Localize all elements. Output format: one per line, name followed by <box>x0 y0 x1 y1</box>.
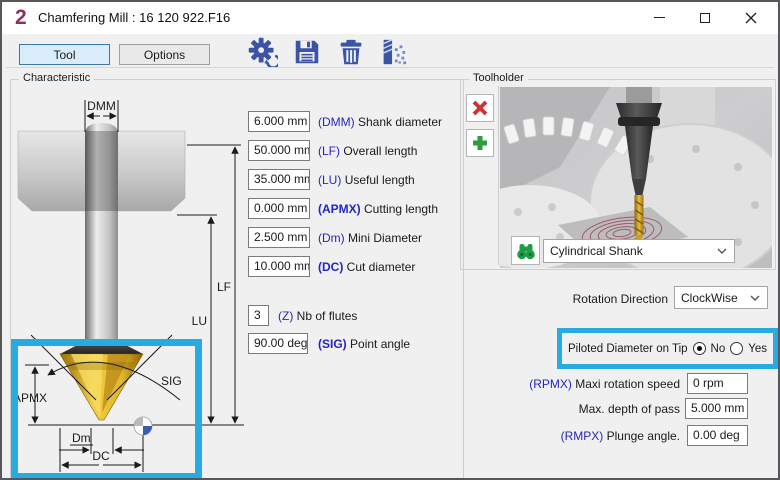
binoculars-icon <box>515 240 537 262</box>
app-logo: 2 <box>15 6 27 30</box>
piloted-diameter-label: Piloted Diameter on Tip <box>568 343 688 355</box>
maximize-icon <box>700 13 710 23</box>
cutting-length-input[interactable]: 0.000 mm <box>248 198 310 219</box>
close-icon <box>745 12 757 24</box>
tab-tool[interactable]: Tool <box>19 44 110 65</box>
useful-length-input[interactable]: 35.000 mm <box>248 169 310 190</box>
max-depth-pass-input[interactable]: 5.000 mm <box>685 398 748 419</box>
tab-options[interactable]: Options <box>119 44 210 65</box>
point-angle-input[interactable]: 90.00 deg <box>248 333 308 354</box>
point-angle-label: (SIG) Point angle <box>318 337 410 351</box>
dm-label: Dm <box>72 431 91 445</box>
minimize-button[interactable] <box>636 2 682 33</box>
maximize-button[interactable] <box>682 2 728 33</box>
green-plus-icon <box>471 134 489 152</box>
apmx-label: APMX <box>13 391 47 405</box>
close-button[interactable] <box>728 2 774 33</box>
shank-type-value: Cylindrical Shank <box>550 244 643 258</box>
tool-schematic-diagram: DMM LF LU APMX SIG Dm <box>11 88 251 480</box>
characteristic-group: Characteristic <box>10 79 464 479</box>
plunge-angle-label: (RMPX) Plunge angle. <box>442 429 680 443</box>
nb-flutes-input[interactable]: 3 <box>248 305 269 326</box>
sig-label: SIG <box>161 374 182 388</box>
minimize-icon <box>654 17 665 18</box>
tool-dialog-window: 2 Chamfering Mill : 16 120 922.F16 Tool … <box>0 0 780 480</box>
maxi-rotation-speed-input[interactable]: 0 rpm <box>687 373 748 394</box>
window-titlebar: 2 Chamfering Mill : 16 120 922.F16 <box>2 2 778 34</box>
origin-marker-icon <box>134 417 152 435</box>
red-x-icon <box>471 99 489 117</box>
chevron-down-icon <box>750 295 760 301</box>
useful-length-label: (LU) Useful length <box>318 173 415 187</box>
lu-label: LU <box>192 314 207 328</box>
toolholder-divider <box>498 86 499 265</box>
piloted-no-label: No <box>711 343 726 355</box>
toolholder-group-label: Toolholder <box>469 72 528 84</box>
mini-diameter-input[interactable]: 2.500 mm <box>248 227 310 248</box>
overall-length-label: (LF) Overall length <box>318 144 417 158</box>
save-button[interactable] <box>292 37 322 67</box>
add-toolholder-button[interactable] <box>466 129 494 157</box>
window-title: Chamfering Mill : 16 120 922.F16 <box>38 10 230 25</box>
delete-button[interactable] <box>336 37 366 67</box>
gear-sync-icon <box>248 37 278 67</box>
toolbar-separator <box>6 67 774 68</box>
piloted-yes-label: Yes <box>748 343 767 355</box>
dc-label: DC <box>92 449 110 463</box>
trash-icon <box>336 37 366 67</box>
search-toolholder-button[interactable] <box>511 236 540 265</box>
nb-flutes-label: (Z) Nb of flutes <box>278 309 357 323</box>
shank-type-select[interactable]: Cylindrical Shank <box>543 239 735 263</box>
settings-sync-button[interactable] <box>248 37 278 67</box>
maxi-rotation-speed-label: (RPMX) Maxi rotation speed <box>442 377 680 391</box>
simulation-button[interactable] <box>378 37 408 67</box>
toolholder-group: Toolholder <box>460 79 776 270</box>
lf-label: LF <box>217 280 231 294</box>
window-controls <box>636 2 774 33</box>
dmm-label: DMM <box>87 99 116 113</box>
max-depth-pass-label: Max. depth of pass <box>442 402 680 416</box>
rotation-direction-value: ClockWise <box>681 291 738 305</box>
mini-diameter-label: (Dm) Mini Diameter <box>318 231 422 245</box>
highlight-box-piloted-diameter: Piloted Diameter on Tip No Yes <box>557 328 778 369</box>
shank-diameter-input[interactable]: 6.000 mm <box>248 111 310 132</box>
characteristic-group-label: Characteristic <box>19 72 94 84</box>
rotation-direction-select[interactable]: ClockWise <box>674 286 768 309</box>
simulation-icon <box>378 37 408 67</box>
plunge-angle-input[interactable]: 0.00 deg <box>687 425 748 446</box>
cut-diameter-input[interactable]: 10.000 mm <box>248 256 310 277</box>
cutting-length-label: (APMX) Cutting length <box>318 202 438 216</box>
overall-length-input[interactable]: 50.000 mm <box>248 140 310 161</box>
rotation-direction-label: Rotation Direction <box>462 292 668 306</box>
chevron-down-icon <box>717 248 727 254</box>
piloted-yes-radio[interactable] <box>730 342 743 355</box>
save-icon <box>292 37 322 67</box>
shank-diameter-label: (DMM) Shank diameter <box>318 115 442 129</box>
remove-toolholder-button[interactable] <box>466 94 494 122</box>
piloted-no-radio[interactable] <box>693 342 706 355</box>
cut-diameter-label: (DC) Cut diameter <box>318 260 415 274</box>
